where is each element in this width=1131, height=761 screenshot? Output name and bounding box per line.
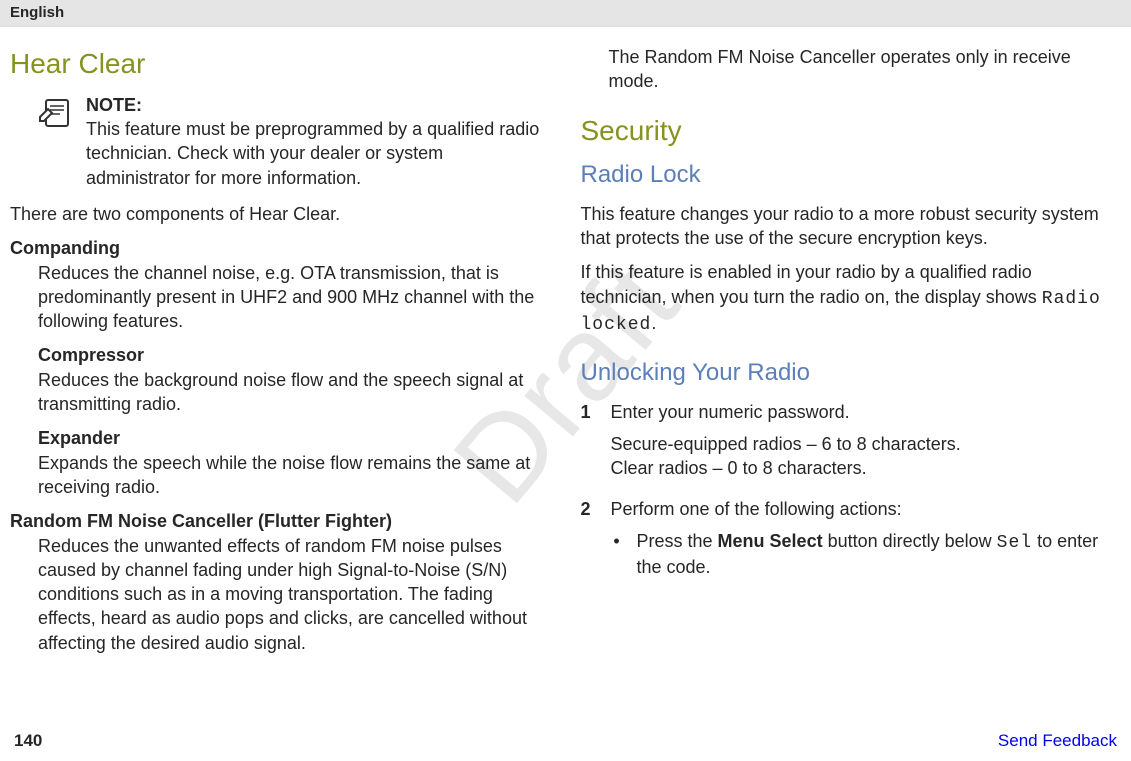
compressor-desc: Reduces the background noise flow and th… <box>38 368 551 417</box>
note-content: NOTE: This feature must be preprogrammed… <box>86 93 551 190</box>
radio-lock-p2: If this feature is enabled in your radio… <box>581 260 1122 337</box>
step-1-num: 1 <box>581 400 597 481</box>
step-2-body: Perform one of the following actions: • … <box>611 497 1122 580</box>
header-language: English <box>10 4 64 21</box>
radio-lock-p2a: If this feature is enabled in your radio… <box>581 262 1042 306</box>
header-bar: English <box>0 0 1131 27</box>
intro-para: There are two components of Hear Clear. <box>10 202 551 226</box>
step-1-text: Enter your numeric password. <box>611 400 1122 424</box>
bullet-text: Press the Menu Select button directly be… <box>637 529 1122 580</box>
flutter-cont: The Random FM Noise Canceller operates o… <box>609 45 1122 94</box>
left-column: Hear Clear NOTE: This feature must be pr… <box>10 45 551 665</box>
unlock-heading: Unlocking Your Radio <box>581 357 1122 389</box>
step-1-sub1: Secure-equipped radios – 6 to 8 characte… <box>611 432 1122 456</box>
send-feedback-link[interactable]: Send Feedback <box>998 731 1117 751</box>
companding-desc: Reduces the channel noise, e.g. OTA tran… <box>38 261 551 334</box>
radio-lock-heading: Radio Lock <box>581 159 1122 191</box>
security-heading: Security <box>581 112 1122 150</box>
note-text: This feature must be preprogrammed by a … <box>86 117 551 190</box>
bullet-dot: • <box>611 529 623 580</box>
note-label: NOTE: <box>86 93 551 117</box>
bullet-b: button directly below <box>823 531 997 551</box>
sel-code: Sel <box>997 533 1032 553</box>
right-column: The Random FM Noise Canceller operates o… <box>581 45 1122 665</box>
step-2-bullet: • Press the Menu Select button directly … <box>611 529 1122 580</box>
page-number: 140 <box>14 731 42 751</box>
note-block: NOTE: This feature must be preprogrammed… <box>38 93 551 190</box>
content-area: Hear Clear NOTE: This feature must be pr… <box>0 27 1131 665</box>
step-2: 2 Perform one of the following actions: … <box>581 497 1122 580</box>
step-1: 1 Enter your numeric password. Secure-eq… <box>581 400 1122 481</box>
flutter-desc: Reduces the unwanted effects of random F… <box>38 534 551 655</box>
radio-lock-p2b: . <box>651 313 656 333</box>
flutter-term: Random FM Noise Canceller (Flutter Fight… <box>10 509 551 533</box>
expander-desc: Expands the speech while the noise flow … <box>38 451 551 500</box>
expander-term: Expander <box>38 426 551 450</box>
radio-lock-p1: This feature changes your radio to a mor… <box>581 202 1122 251</box>
step-1-sub2: Clear radios – 0 to 8 characters. <box>611 456 1122 480</box>
menu-select-bold: Menu Select <box>718 531 823 551</box>
hear-clear-heading: Hear Clear <box>10 45 551 83</box>
step-1-body: Enter your numeric password. Secure-equi… <box>611 400 1122 481</box>
note-icon <box>38 97 74 131</box>
companding-term: Companding <box>10 236 551 260</box>
footer: 140 Send Feedback <box>0 731 1131 751</box>
compressor-term: Compressor <box>38 343 551 367</box>
step-2-num: 2 <box>581 497 597 580</box>
bullet-a: Press the <box>637 531 718 551</box>
step-2-text: Perform one of the following actions: <box>611 497 1122 521</box>
